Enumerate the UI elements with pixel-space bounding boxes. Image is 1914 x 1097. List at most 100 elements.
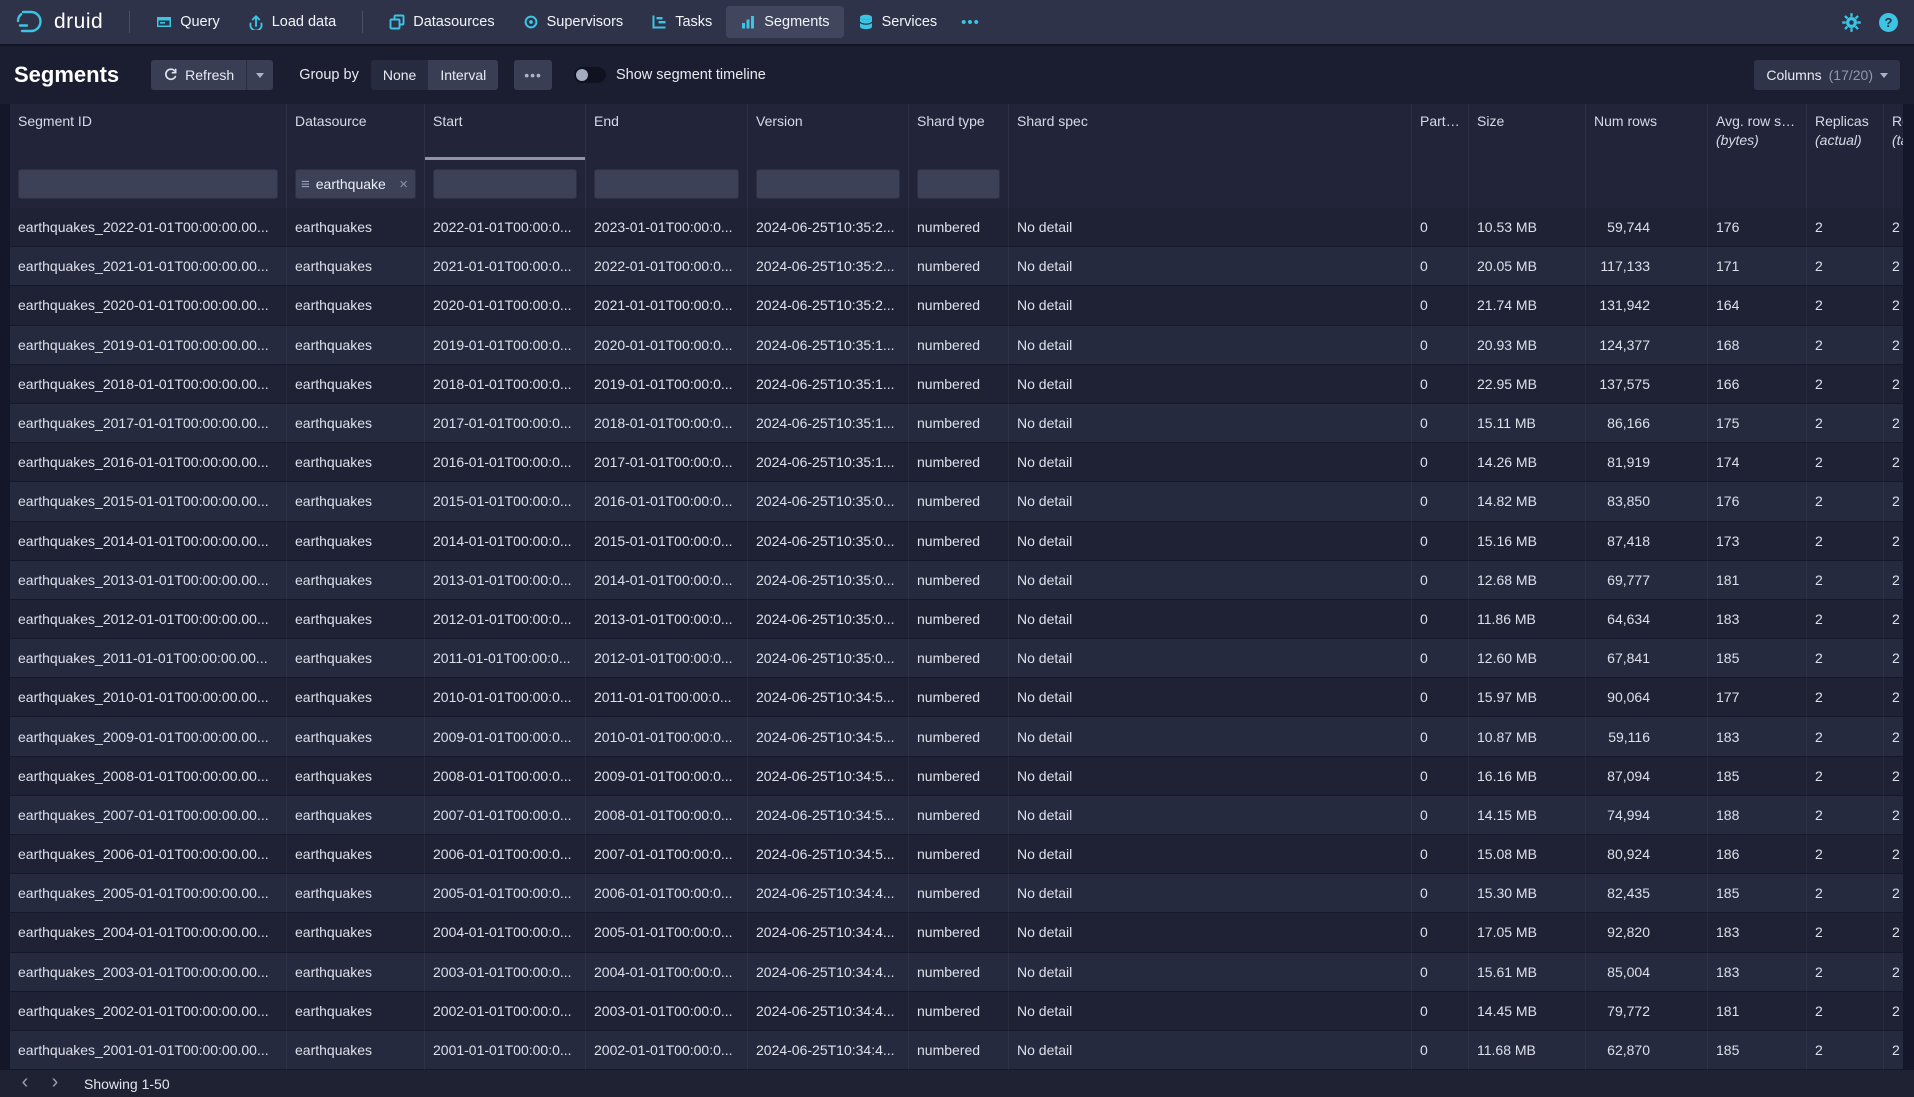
filter-input-end[interactable] [594,169,739,199]
cell-replicas: 2 [1807,482,1884,521]
column-header-num_rows[interactable]: Num rows [1586,104,1708,160]
column-header-avg_row_size[interactable]: Avg. row size(bytes) [1708,104,1807,160]
refresh-button[interactable]: Refresh [151,60,246,90]
column-header-replicas[interactable]: Replicas(actual) [1807,104,1884,160]
table-row: earthquakes_2017-01-01T00:00:00.00...ear… [10,404,1903,443]
nav-item-datasources[interactable]: Datasources [375,6,508,38]
database-icon [858,14,874,30]
table-row: earthquakes_2019-01-01T00:00:00.00...ear… [10,326,1903,365]
filter-input-shard_type[interactable] [917,169,1000,199]
cell-shard_type: numbered [909,482,1009,521]
cell-partition: 0 [1412,561,1469,600]
cell-start: 2011-01-01T00:00:0... [425,639,586,678]
nav-item-tasks[interactable]: Tasks [637,6,726,38]
column-header-shard_spec[interactable]: Shard spec [1009,104,1412,160]
cell-avg_row_size: 168 [1708,326,1807,365]
column-header-shard_type[interactable]: Shard type [909,104,1009,160]
next-page-button[interactable]: › [40,1072,70,1095]
cell-start: 2021-01-01T00:00:0... [425,247,586,286]
filter-input-start[interactable] [433,169,577,199]
druid-logo-icon [14,7,46,38]
column-header-partition[interactable]: Partition [1412,104,1469,160]
nav-divider [129,11,130,33]
cell-start: 2008-01-01T00:00:0... [425,757,586,796]
cell-num_rows: 64,634 [1586,600,1708,639]
cell-id[interactable]: earthquakes_2010-01-01T00:00:00.00... [10,678,287,717]
cell-version: 2024-06-25T10:35:2... [748,247,909,286]
columns-picker-button[interactable]: Columns (17/20) [1754,60,1900,90]
nav-more-button[interactable]: ••• [951,6,990,38]
cell-replication_factor: 2 [1884,482,1903,521]
cell-id[interactable]: earthquakes_2016-01-01T00:00:00.00... [10,443,287,482]
cell-id[interactable]: earthquakes_2015-01-01T00:00:00.00... [10,482,287,521]
nav-item-query[interactable]: Query [142,6,234,38]
cell-start: 2003-01-01T00:00:0... [425,953,586,992]
cell-partition: 0 [1412,522,1469,561]
cell-version: 2024-06-25T10:35:0... [748,522,909,561]
cell-id[interactable]: earthquakes_2014-01-01T00:00:00.00... [10,522,287,561]
column-header-end[interactable]: End [586,104,748,160]
column-header-version[interactable]: Version [748,104,909,160]
cell-replication_factor: 2 [1884,639,1903,678]
cell-id[interactable]: earthquakes_2020-01-01T00:00:00.00... [10,286,287,325]
cell-datasource: earthquakes [287,286,425,325]
clear-filter-icon[interactable]: × [397,176,410,193]
cell-id[interactable]: earthquakes_2005-01-01T00:00:00.00... [10,874,287,913]
cell-id[interactable]: earthquakes_2021-01-01T00:00:00.00... [10,247,287,286]
nav-item-services[interactable]: Services [844,6,952,38]
druid-logo[interactable]: druid [14,7,103,38]
settings-button[interactable] [1842,13,1861,32]
cell-id[interactable]: earthquakes_2022-01-01T00:00:00.00... [10,208,287,247]
cell-end: 2022-01-01T00:00:0... [586,247,748,286]
cell-id[interactable]: earthquakes_2012-01-01T00:00:00.00... [10,600,287,639]
cell-id[interactable]: earthquakes_2019-01-01T00:00:00.00... [10,326,287,365]
column-header-replication_factor[interactable]: Replication factor(target) [1884,104,1903,160]
show-timeline-switch[interactable] [574,67,606,83]
cell-id[interactable]: earthquakes_2008-01-01T00:00:00.00... [10,757,287,796]
cell-id[interactable]: earthquakes_2006-01-01T00:00:00.00... [10,835,287,874]
cell-avg_row_size: 185 [1708,757,1807,796]
cell-id[interactable]: earthquakes_2018-01-01T00:00:00.00... [10,365,287,404]
cell-num_rows: 74,994 [1586,796,1708,835]
cell-shard_spec: No detail [1009,208,1412,247]
cell-end: 2005-01-01T00:00:0... [586,913,748,952]
filter-input-version[interactable] [756,169,900,199]
cell-partition: 0 [1412,639,1469,678]
switch-knob [576,69,588,81]
nav-item-load-data[interactable]: Load data [234,6,351,38]
filter-input-id[interactable] [18,169,278,199]
more-options-button[interactable]: ••• [514,60,552,90]
cell-id[interactable]: earthquakes_2011-01-01T00:00:00.00... [10,639,287,678]
nav-item-segments[interactable]: Segments [726,6,843,38]
cell-id[interactable]: earthquakes_2017-01-01T00:00:00.00... [10,404,287,443]
cell-end: 2006-01-01T00:00:0... [586,874,748,913]
chevron-right-icon: › [52,1071,59,1093]
table-row: earthquakes_2010-01-01T00:00:00.00...ear… [10,678,1903,717]
previous-page-button[interactable]: ‹ [10,1072,40,1095]
nav-item-supervisors[interactable]: Supervisors [509,6,638,38]
cell-num_rows: 80,924 [1586,835,1708,874]
cell-replicas: 2 [1807,639,1884,678]
cell-version: 2024-06-25T10:34:5... [748,796,909,835]
cell-avg_row_size: 177 [1708,678,1807,717]
help-button[interactable]: ? [1879,13,1898,32]
column-header-datasource[interactable]: Datasource [287,104,425,160]
refresh-interval-dropdown[interactable] [246,60,273,90]
cell-id[interactable]: earthquakes_2004-01-01T00:00:00.00... [10,913,287,952]
table-filter-row: ≡earthquake× [10,160,1903,208]
column-header-start[interactable]: Start [425,104,586,160]
group-by-none-button[interactable]: None [371,60,428,90]
cell-id[interactable]: earthquakes_2003-01-01T00:00:00.00... [10,953,287,992]
column-header-size[interactable]: Size [1469,104,1586,160]
cell-id[interactable]: earthquakes_2009-01-01T00:00:00.00... [10,717,287,756]
cell-id[interactable]: earthquakes_2007-01-01T00:00:00.00... [10,796,287,835]
cell-num_rows: 81,919 [1586,443,1708,482]
cell-id[interactable]: earthquakes_2013-01-01T00:00:00.00... [10,561,287,600]
group-by-interval-button[interactable]: Interval [428,60,498,90]
cell-id[interactable]: earthquakes_2001-01-01T00:00:00.00... [10,1031,287,1070]
cell-partition: 0 [1412,953,1469,992]
chevron-down-icon [1880,73,1888,78]
filter-input-datasource[interactable]: ≡earthquake× [295,169,416,199]
column-header-id[interactable]: Segment ID [10,104,287,160]
cell-id[interactable]: earthquakes_2002-01-01T00:00:00.00... [10,992,287,1031]
